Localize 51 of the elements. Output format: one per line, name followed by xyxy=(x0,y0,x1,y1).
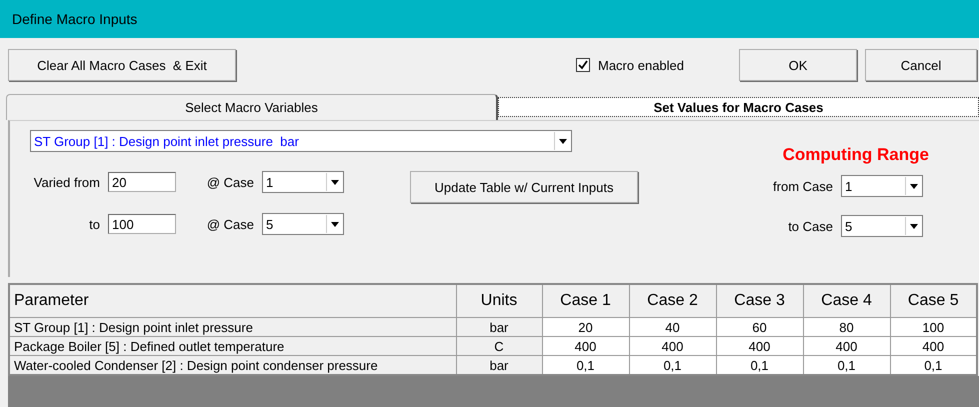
case-label: @ Case xyxy=(206,174,254,190)
computing-range-heading: Computing Range xyxy=(782,145,929,165)
macro-enabled-label: Macro enabled xyxy=(598,58,684,72)
column-header: Case 5 xyxy=(890,284,977,318)
table-cell: Package Boiler [5] : Defined outlet temperature xyxy=(9,336,456,356)
table-cell: 0,1 xyxy=(629,356,716,375)
input-field[interactable]: 100 xyxy=(108,214,176,234)
table-cell: 400 xyxy=(542,336,629,356)
table-cell: 100 xyxy=(890,318,977,336)
tab[interactable]: Select Macro Variables xyxy=(6,94,498,120)
column-header: Case 1 xyxy=(542,284,629,318)
table-cell: 0,1 xyxy=(716,356,803,375)
table-cell: 0,1 xyxy=(803,356,890,375)
clear-exit-button[interactable]: Clear All Macro Cases & Exit xyxy=(8,49,236,81)
column-header: Case 2 xyxy=(629,284,716,318)
table-cell: bar xyxy=(456,356,542,375)
dropdown[interactable]: 1 xyxy=(841,175,923,197)
dropdown[interactable]: 5 xyxy=(841,215,923,237)
table-cell: 20 xyxy=(542,318,629,336)
table-cell: Water-cooled Condenser [2] : Design point condenser pressure xyxy=(9,356,456,375)
column-header: Units xyxy=(456,284,542,318)
table-cell: 400 xyxy=(890,336,977,356)
dropdown[interactable]: 1 xyxy=(262,171,344,193)
table-cell: bar xyxy=(456,318,542,336)
cancel-button[interactable]: Cancel xyxy=(865,49,977,81)
table-cell: 400 xyxy=(716,336,803,356)
table-cell: 40 xyxy=(629,318,716,336)
tab[interactable]: Set Values for Macro Cases xyxy=(498,97,979,117)
table-cell: 0,1 xyxy=(542,356,629,375)
varied-from-label: Varied from xyxy=(32,174,100,190)
column-header: Parameter xyxy=(9,284,456,318)
dropdown[interactable]: 5 xyxy=(262,213,344,235)
input-field[interactable]: 20 xyxy=(108,172,176,192)
dropdown[interactable]: ST Group [1] : Design point inlet pressure bar xyxy=(30,130,572,152)
column-header: Case 3 xyxy=(716,284,803,318)
to-label: to xyxy=(88,216,100,232)
column-header: Case 4 xyxy=(803,284,890,318)
table-cell: 400 xyxy=(803,336,890,356)
table-cell: 400 xyxy=(629,336,716,356)
table-cell: 80 xyxy=(803,318,890,336)
table-cell: 0,1 xyxy=(890,356,977,375)
table-cell: ST Group [1] : Design point inlet pressure xyxy=(9,318,456,336)
table-cell: 60 xyxy=(716,318,803,336)
ok-button[interactable]: OK xyxy=(739,49,857,81)
update-table-button[interactable]: Update Table w/ Current Inputs xyxy=(410,171,638,203)
window-title: Define Macro Inputs xyxy=(12,11,138,27)
to-case-label: to Case xyxy=(787,218,833,234)
checkbox[interactable] xyxy=(576,58,590,72)
table-cell: C xyxy=(456,336,542,356)
case-label: @ Case xyxy=(206,216,254,232)
from-case-label: from Case xyxy=(772,178,833,194)
